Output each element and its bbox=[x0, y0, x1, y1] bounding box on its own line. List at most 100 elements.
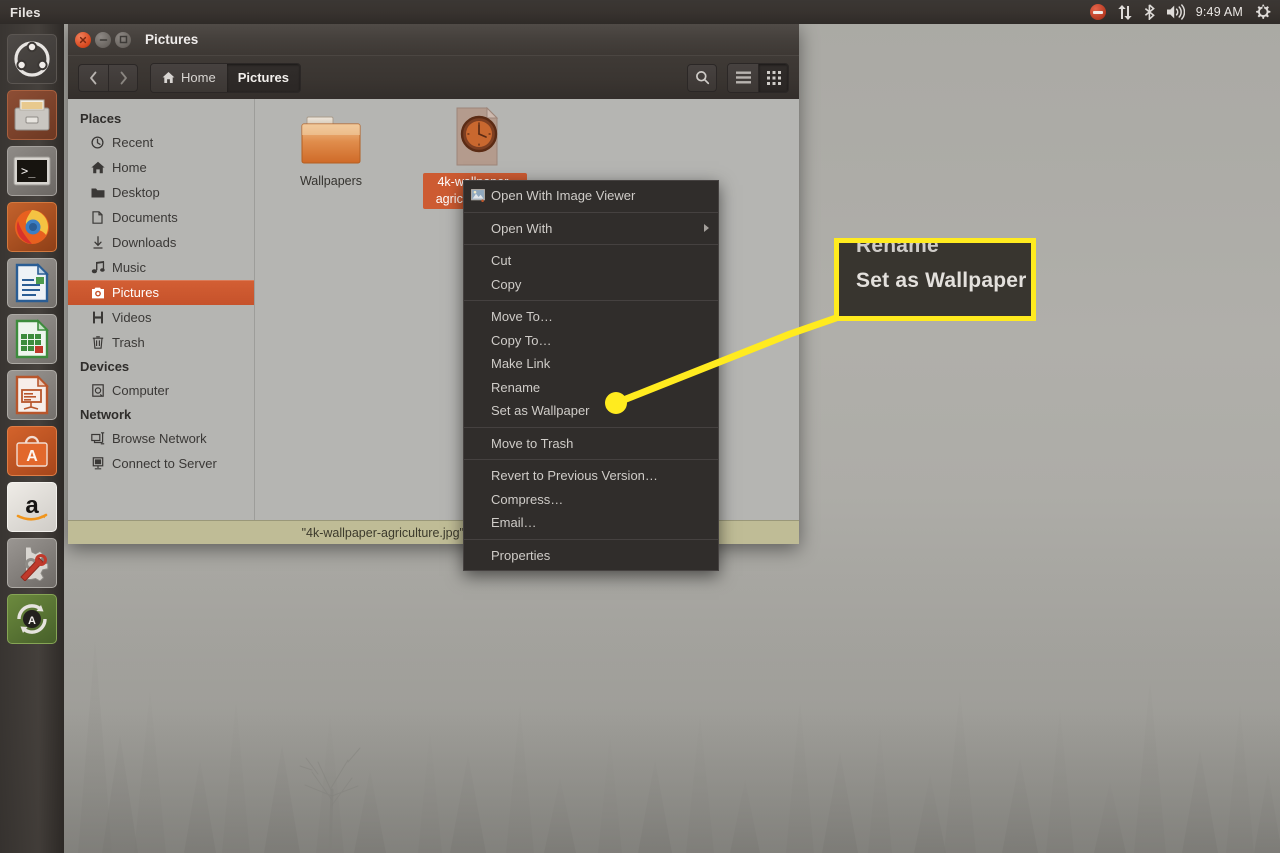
sidebar-item-home[interactable]: Home bbox=[68, 155, 254, 180]
breadcrumb-item-pictures[interactable]: Pictures bbox=[226, 63, 300, 92]
sidebar-item-trash[interactable]: Trash bbox=[68, 330, 254, 355]
launcher-item-libreoffice-calc[interactable] bbox=[7, 314, 57, 364]
launcher-item-firefox[interactable] bbox=[7, 202, 57, 252]
window-minimize-button[interactable] bbox=[95, 31, 111, 48]
svg-text:>_: >_ bbox=[21, 164, 36, 178]
network-indicator-icon[interactable] bbox=[1117, 4, 1133, 20]
context-menu-item-open-with[interactable]: Open With bbox=[464, 217, 718, 241]
context-menu-item-move-to[interactable]: Move To… bbox=[464, 305, 718, 329]
sidebar-item-music[interactable]: Music bbox=[68, 255, 254, 280]
launcher-item-ubuntu-dash[interactable] bbox=[7, 34, 57, 84]
sidebar-heading-places: Places bbox=[80, 111, 122, 126]
context-menu-item-move-to-trash[interactable]: Move to Trash bbox=[464, 432, 718, 456]
breadcrumb-item-home[interactable]: Home bbox=[151, 63, 227, 92]
list-view-button[interactable] bbox=[728, 63, 758, 92]
firefox-icon bbox=[15, 210, 49, 244]
window-title: Pictures bbox=[145, 32, 199, 47]
window-close-button[interactable] bbox=[75, 31, 91, 48]
launcher-item-software-updater[interactable]: A bbox=[7, 594, 57, 644]
sidebar-item-desktop[interactable]: Desktop bbox=[68, 180, 254, 205]
libreoffice-calc-icon bbox=[15, 319, 49, 359]
breadcrumb-label-pictures: Pictures bbox=[237, 70, 289, 85]
film-icon bbox=[90, 310, 105, 325]
context-menu-item-make-link[interactable]: Make Link bbox=[464, 352, 718, 376]
home-icon bbox=[90, 160, 105, 175]
chevron-right-icon bbox=[704, 224, 709, 233]
sidebar-item-browse-network[interactable]: Browse Network bbox=[68, 426, 254, 451]
context-menu-item-properties[interactable]: Properties bbox=[464, 544, 718, 568]
launcher-item-terminal[interactable]: >_ bbox=[7, 146, 57, 196]
context-menu-separator bbox=[464, 426, 718, 428]
computer-icon bbox=[90, 383, 105, 398]
context-menu-item-copy[interactable]: Copy bbox=[464, 273, 718, 297]
system-menu-gear-icon[interactable] bbox=[1254, 4, 1271, 21]
grid-view-button[interactable] bbox=[758, 63, 788, 92]
messaging-indicator-icon[interactable] bbox=[1089, 4, 1106, 20]
libreoffice-impress-icon bbox=[15, 375, 49, 415]
sidebar-label-downloads: Downloads bbox=[112, 235, 177, 250]
sidebar-item-pictures[interactable]: Pictures bbox=[68, 280, 254, 305]
panel-app-name[interactable]: Files bbox=[10, 5, 41, 20]
search-button[interactable] bbox=[687, 63, 717, 92]
search-icon bbox=[695, 71, 709, 85]
sidebar-label-connect-to-server: Connect to Server bbox=[112, 456, 217, 471]
sidebar: Places Recent Home Desktop Documents Dow… bbox=[68, 99, 255, 520]
context-menu-separator bbox=[464, 459, 718, 460]
ubuntu-software-bag-icon: A bbox=[16, 435, 48, 467]
panel-clock[interactable]: 9:49 AM bbox=[1196, 5, 1243, 19]
sidebar-label-browse-network: Browse Network bbox=[112, 431, 207, 446]
folder-icon bbox=[301, 116, 361, 164]
context-menu-item-rename[interactable]: Rename bbox=[464, 376, 718, 400]
sidebar-item-documents[interactable]: Documents bbox=[68, 205, 254, 230]
sidebar-label-music: Music bbox=[112, 260, 146, 275]
image-viewer-glyph bbox=[471, 189, 485, 203]
context-menu-separator bbox=[464, 211, 718, 213]
launcher-item-amazon[interactable]: a bbox=[7, 482, 57, 532]
volume-indicator-icon[interactable] bbox=[1166, 4, 1185, 20]
folder-icon bbox=[90, 185, 105, 200]
context-menu-item-compress[interactable]: Compress… bbox=[464, 488, 718, 512]
svg-text:a: a bbox=[25, 492, 39, 519]
file-item-wallpapers[interactable]: Wallpapers bbox=[277, 111, 385, 209]
sidebar-item-recent[interactable]: Recent bbox=[68, 130, 254, 155]
panel-indicators: 9:49 AM bbox=[1089, 4, 1280, 21]
context-menu-item-email[interactable]: Email… bbox=[464, 511, 718, 535]
sidebar-item-videos[interactable]: Videos bbox=[68, 305, 254, 330]
context-menu-label-5: Copy To… bbox=[491, 332, 552, 348]
camera-icon bbox=[90, 285, 105, 300]
bluetooth-indicator-icon[interactable] bbox=[1144, 4, 1155, 20]
context-menu-item-copy-to[interactable]: Copy To… bbox=[464, 329, 718, 353]
context-menu-label-0: Open With Image Viewer bbox=[491, 188, 636, 204]
trash-icon bbox=[90, 335, 105, 350]
context-menu-label-2: Cut bbox=[491, 253, 512, 269]
context-menu-item-open-with-image-viewer[interactable]: Open With Image Viewer bbox=[464, 184, 718, 208]
sidebar-label-trash: Trash bbox=[112, 335, 145, 350]
launcher-item-libreoffice-impress[interactable] bbox=[7, 370, 57, 420]
sidebar-label-computer: Computer bbox=[112, 383, 170, 398]
folder-thumbnail bbox=[295, 111, 367, 169]
context-menu-label-6: Make Link bbox=[491, 356, 551, 372]
sidebar-heading-devices: Devices bbox=[80, 359, 130, 374]
window-maximize-button[interactable] bbox=[115, 31, 131, 48]
launcher-item-files[interactable] bbox=[7, 90, 57, 140]
svg-text:A: A bbox=[28, 615, 36, 627]
forward-button[interactable] bbox=[108, 63, 138, 92]
sidebar-label-recent: Recent bbox=[112, 135, 154, 150]
context-menu-item-revert-to-previous-version[interactable]: Revert to Previous Version… bbox=[464, 464, 718, 488]
list-view-icon bbox=[735, 71, 751, 84]
fog-overlay bbox=[0, 553, 1280, 853]
terminal-icon: >_ bbox=[13, 156, 51, 186]
context-menu-item-cut[interactable]: Cut bbox=[464, 249, 718, 273]
file-label-wallpapers: Wallpapers bbox=[299, 174, 363, 188]
sidebar-item-computer[interactable]: Computer bbox=[68, 378, 254, 403]
context-menu-item-set-as-wallpaper[interactable]: Set as Wallpaper bbox=[464, 399, 718, 423]
launcher-item-libreoffice-writer[interactable] bbox=[7, 258, 57, 308]
launcher-item-ubuntu-software[interactable]: A bbox=[7, 426, 57, 476]
sidebar-label-home: Home bbox=[112, 160, 147, 175]
music-note-icon bbox=[90, 260, 105, 275]
sidebar-item-connect-to-server[interactable]: Connect to Server bbox=[68, 451, 254, 476]
launcher-item-system-settings[interactable] bbox=[7, 538, 57, 588]
grid-view-icon bbox=[766, 70, 781, 85]
sidebar-item-downloads[interactable]: Downloads bbox=[68, 230, 254, 255]
back-button[interactable] bbox=[78, 63, 108, 92]
